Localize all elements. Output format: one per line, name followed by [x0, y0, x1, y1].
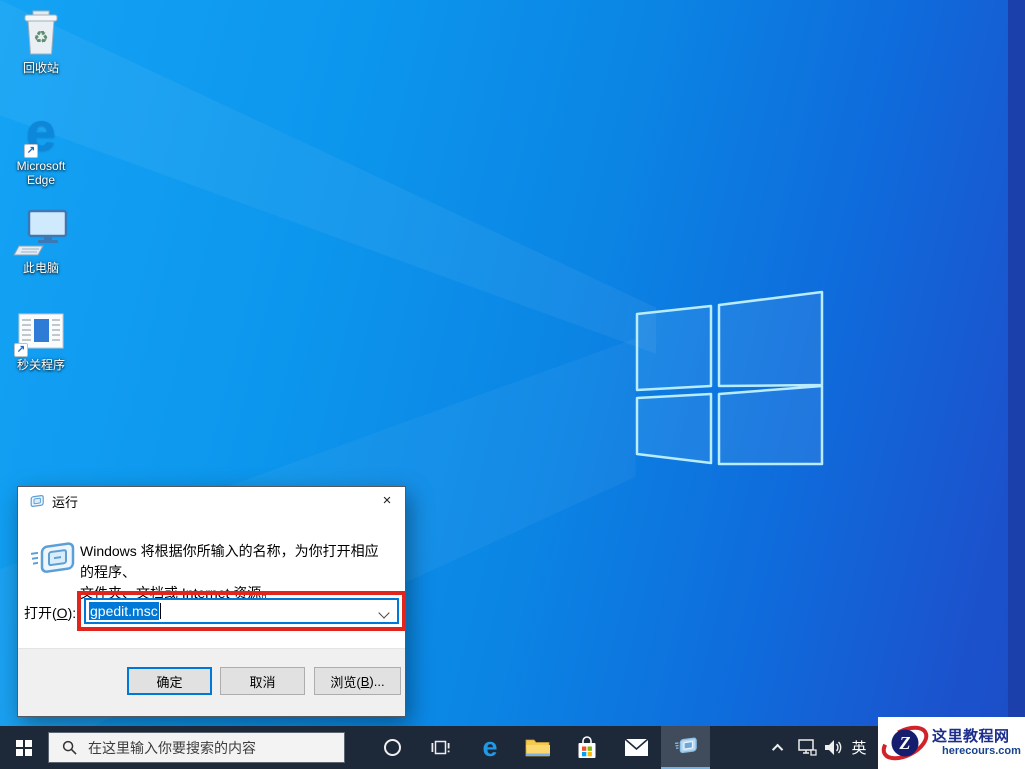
search-icon	[62, 740, 77, 755]
shortcut-arrow-icon: ↗	[14, 343, 28, 357]
cancel-button[interactable]: 取消	[220, 667, 305, 695]
run-dialog-titlebar[interactable]: 运行 ×	[18, 487, 405, 516]
desktop-icon-this-pc[interactable]: 此电脑	[1, 206, 81, 275]
run-dialog: 运行 × Windows 将根据你所输入的名称，为你打开相应的程序、 文件夹、文…	[17, 486, 406, 717]
ok-button[interactable]: 确定	[127, 667, 212, 695]
desktop-icon-label: Microsoft Edge	[16, 159, 66, 187]
edge-icon: e ↗	[23, 102, 57, 162]
taskbar: 在这里输入你要搜索的内容 e 英	[0, 726, 1025, 769]
taskbar-run-app-button-active[interactable]	[661, 726, 710, 769]
desktop-icon-label: 秒关程序	[16, 358, 65, 372]
shortcut-arrow-icon: ↗	[23, 144, 38, 158]
desktop-icon-label: 回收站	[22, 61, 59, 75]
run-app-icon	[674, 737, 697, 754]
taskbar-edge-icon[interactable]: e	[468, 726, 512, 769]
windows-logo-wallpaper	[635, 290, 824, 466]
wallpaper-edge-shade	[1008, 0, 1025, 769]
taskbar-store-icon[interactable]	[565, 726, 609, 769]
run-command-combobox[interactable]: gpedit.msc	[84, 598, 399, 624]
dialog-button-strip: 确定 取消 浏览(B)...	[18, 648, 405, 716]
windows-start-icon	[16, 739, 32, 756]
cortana-button[interactable]	[374, 726, 410, 769]
browse-button[interactable]: 浏览(B)...	[314, 667, 401, 695]
run-dialog-icon	[30, 494, 44, 507]
open-field-label: 打开(O):	[24, 605, 77, 621]
watermark-site-domain: herecours.com	[942, 745, 1021, 757]
desktop-icon-program-shortcut[interactable]: ↗ 秒关程序	[1, 303, 81, 372]
recycle-bin-icon: ♻	[19, 6, 63, 58]
tray-show-hidden-icons-button[interactable]	[766, 726, 792, 769]
this-pc-icon	[13, 206, 69, 258]
desktop-icon-recycle-bin[interactable]: ♻ 回收站	[1, 6, 81, 75]
watermark-site-name: 这里教程网	[932, 728, 1010, 745]
search-placeholder: 在这里输入你要搜索的内容	[88, 739, 256, 756]
task-view-button[interactable]	[420, 726, 460, 769]
close-icon[interactable]: ×	[369, 487, 405, 513]
desktop-icon-microsoft-edge[interactable]: e ↗ Microsoft Edge	[1, 104, 81, 187]
tray-volume-button[interactable]	[820, 726, 846, 769]
run-dialog-title: 运行	[52, 495, 79, 510]
text-caret	[159, 603, 161, 619]
run-icon	[31, 542, 75, 573]
watermark-text: 这里教程网 herecours.com	[932, 728, 1021, 758]
svg-text:Z: Z	[899, 733, 911, 753]
chevron-up-icon	[771, 743, 784, 755]
cortana-icon	[383, 739, 401, 756]
annotation-highlight-box: gpedit.msc	[77, 591, 406, 631]
network-icon	[797, 739, 817, 756]
desktop-screen: ♻ 回收站 e ↗ Microsoft Edge 此电脑 ↗ 秒关程序 运行 ×…	[0, 0, 1025, 769]
start-button[interactable]	[0, 726, 48, 769]
svg-text:♻: ♻	[33, 28, 48, 47]
tray-ime-indicator[interactable]: 英	[846, 726, 872, 769]
taskbar-mail-icon[interactable]	[614, 726, 658, 769]
site-watermark: Z 这里教程网 herecours.com	[878, 717, 1025, 769]
program-window-icon: ↗	[14, 303, 66, 357]
tray-network-button[interactable]	[794, 726, 820, 769]
taskbar-file-explorer-icon[interactable]	[516, 726, 560, 769]
selected-input-text: gpedit.msc	[89, 602, 159, 620]
speaker-icon	[824, 740, 841, 755]
watermark-logo-icon: Z	[881, 725, 929, 761]
taskbar-search-input[interactable]: 在这里输入你要搜索的内容	[48, 732, 345, 763]
desktop-icon-label: 此电脑	[22, 261, 59, 275]
chevron-down-icon[interactable]	[378, 607, 390, 619]
task-view-icon	[431, 740, 449, 755]
